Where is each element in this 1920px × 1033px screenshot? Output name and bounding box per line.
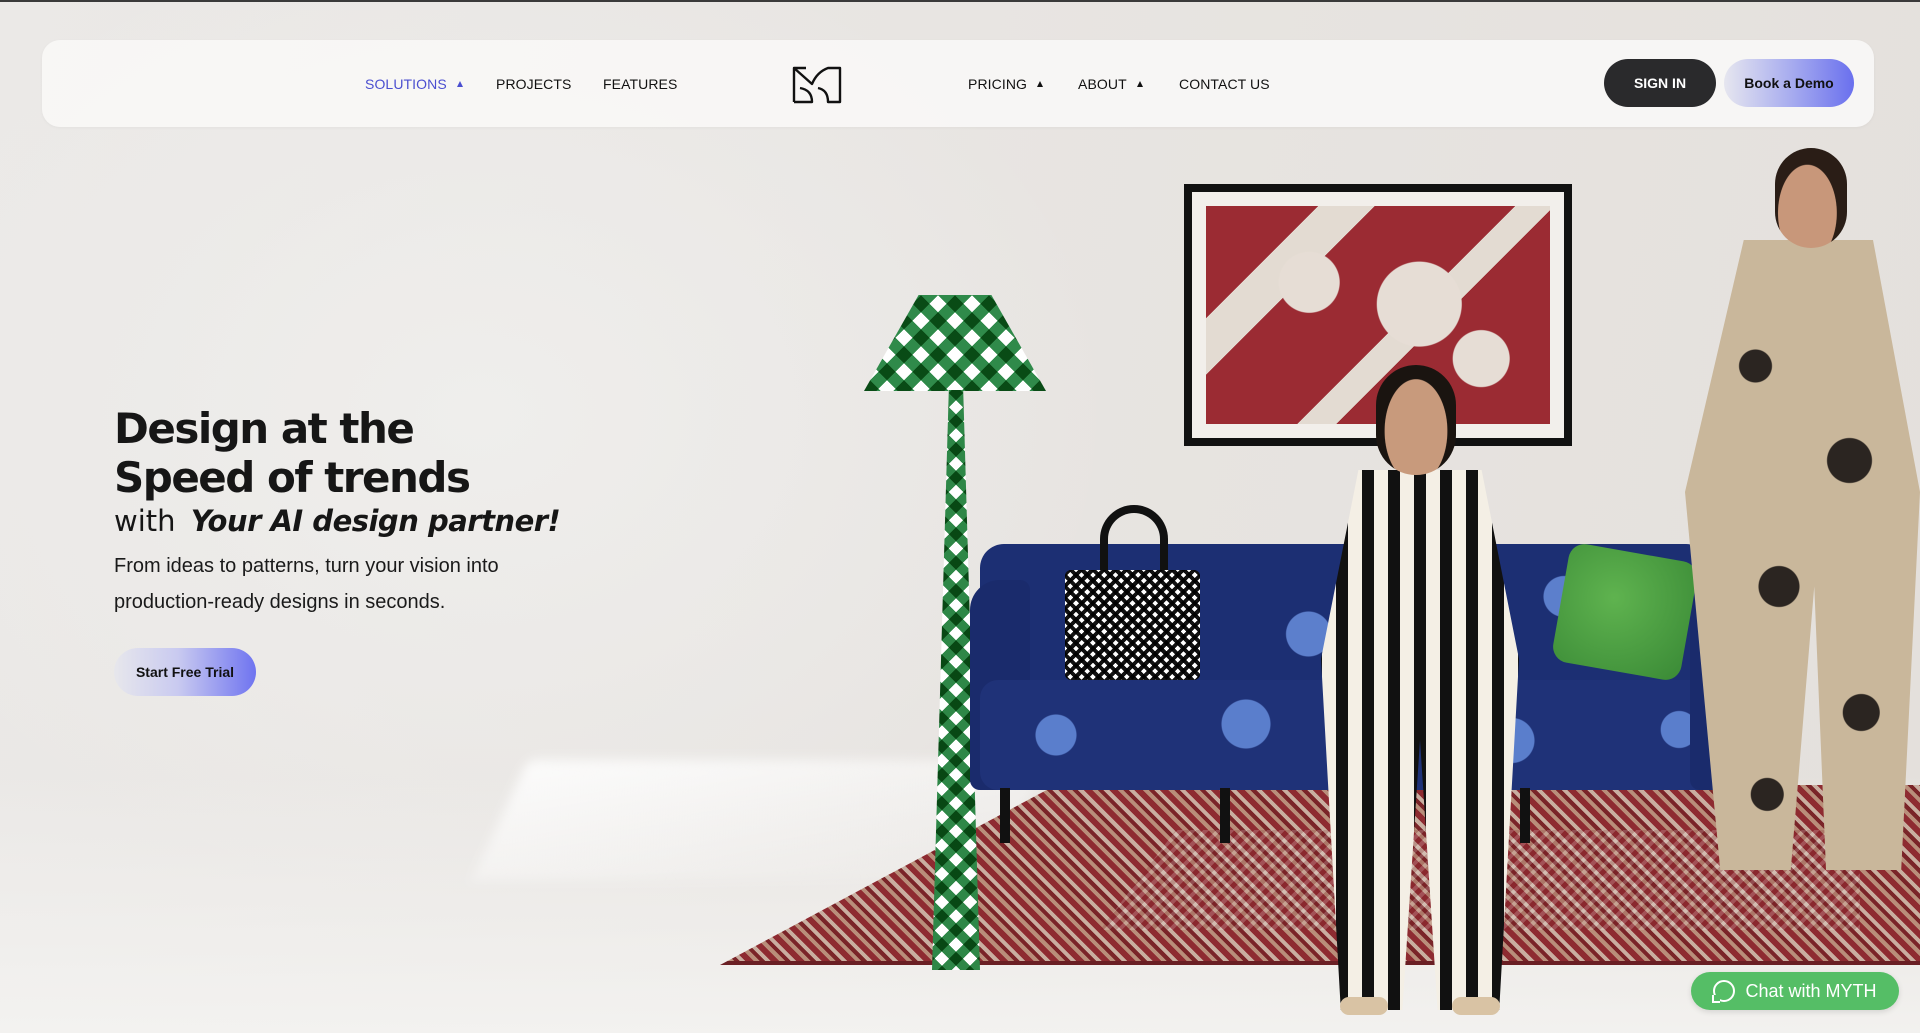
model-man (1685, 140, 1920, 880)
nav-solutions-label: SOLUTIONS (365, 75, 447, 92)
hero-image (680, 140, 1920, 1033)
caret-up-icon (1037, 80, 1044, 87)
nav-projects-label: PROJECTS (496, 75, 572, 92)
nav-features-label: FEATURES (603, 75, 678, 92)
nav-pricing-label: PRICING (968, 75, 1028, 92)
start-free-trial-button[interactable]: Start Free Trial (114, 648, 256, 696)
hero-headline: Design at the Speed of trends (114, 404, 471, 502)
headline-line-1: Design at the (114, 404, 415, 453)
nav-contact-label: CONTACT US (1179, 75, 1270, 92)
nav-about-label: ABOUT (1078, 75, 1127, 92)
myth-m-logo-icon[interactable] (792, 62, 842, 104)
green-pillow (1550, 541, 1700, 683)
nav-solutions[interactable]: SOLUTIONS (365, 40, 463, 127)
nav-features[interactable]: FEATURES (603, 40, 677, 127)
top-border (0, 0, 1920, 2)
navbar: SOLUTIONS PROJECTS FEATURES PRICING ABOU… (42, 40, 1874, 127)
headline-line-2: Speed of trends (114, 453, 471, 502)
sign-in-button[interactable]: SIGN IN (1604, 59, 1716, 107)
caret-up-icon (1136, 80, 1143, 87)
subline-prefix: with (114, 504, 176, 538)
nav-about[interactable]: ABOUT (1078, 40, 1143, 127)
chat-label: Chat with MYTH (1745, 980, 1877, 1001)
hero-subline: with Your AI design partner! (114, 504, 561, 538)
nav-pricing[interactable]: PRICING (968, 40, 1044, 127)
sofa-leg (1220, 788, 1230, 843)
book-demo-button[interactable]: Book a Demo (1724, 59, 1854, 107)
whatsapp-icon (1712, 980, 1736, 1003)
houndstooth-bag (1065, 570, 1200, 680)
nav-projects[interactable]: PROJECTS (496, 40, 571, 127)
hero-description: From ideas to patterns, turn your vision… (114, 555, 499, 613)
model-woman (1270, 365, 1570, 1015)
nav-contact[interactable]: CONTACT US (1179, 40, 1270, 127)
chat-button[interactable]: Chat with MYTH (1691, 972, 1899, 1010)
lamp-shade (864, 295, 1046, 391)
sofa-leg (1000, 788, 1010, 843)
subline-emphasis: Your AI design partner! (190, 504, 561, 538)
caret-up-icon (456, 80, 463, 87)
